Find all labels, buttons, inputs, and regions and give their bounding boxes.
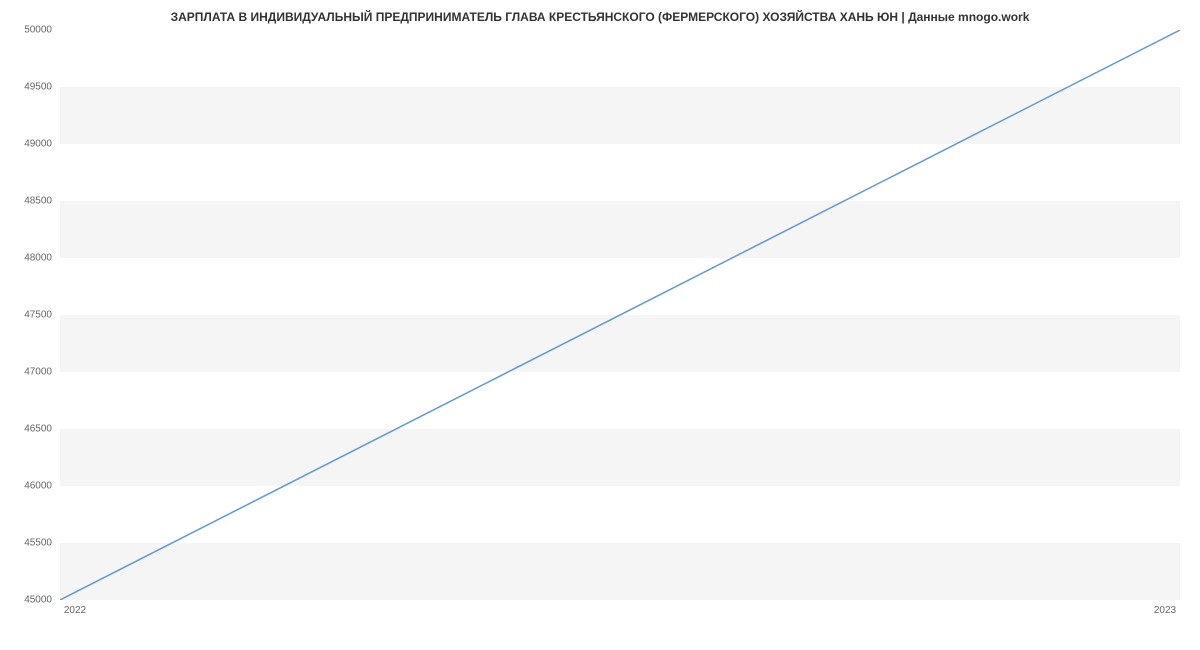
chart-title: ЗАРПЛАТА В ИНДИВИДУАЛЬНЫЙ ПРЕДПРИНИМАТЕЛ… (0, 0, 1200, 29)
y-tick-label: 47500 (2, 310, 52, 321)
y-tick-label: 50000 (2, 25, 52, 36)
y-tick-label: 48500 (2, 196, 52, 207)
y-tick-label: 49500 (2, 82, 52, 93)
y-tick-label: 45000 (2, 595, 52, 606)
y-tick-label: 49000 (2, 139, 52, 150)
y-tick-label: 46500 (2, 424, 52, 435)
y-tick-label: 45500 (2, 538, 52, 549)
x-tick-label: 2023 (1154, 605, 1176, 616)
y-tick-label: 47000 (2, 367, 52, 378)
y-tick-label: 48000 (2, 253, 52, 264)
chart-container: 45000 45500 46000 46500 47000 47500 4800… (60, 30, 1180, 600)
line-series (60, 30, 1180, 600)
x-tick-label: 2022 (64, 605, 86, 616)
y-tick-label: 46000 (2, 481, 52, 492)
plot-area (60, 30, 1180, 600)
